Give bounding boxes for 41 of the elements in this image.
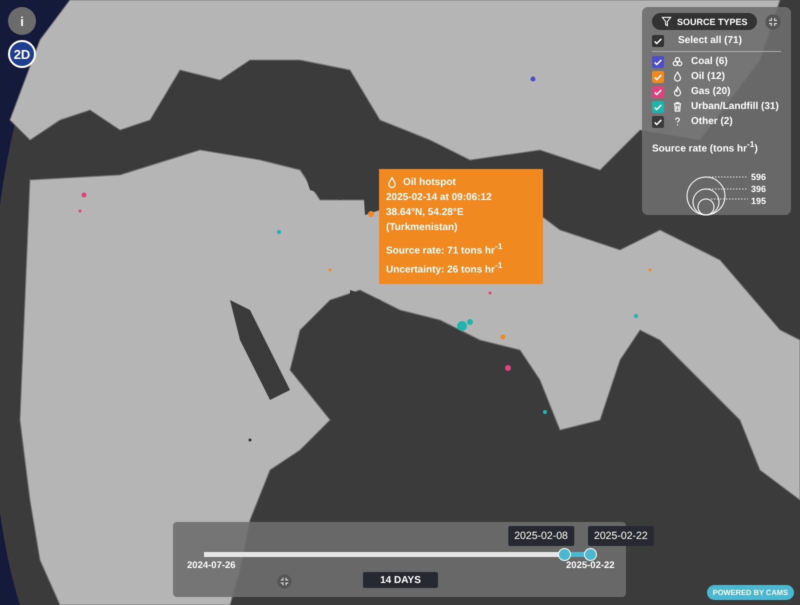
select-all-checkbox[interactable] — [652, 34, 664, 46]
collapse-icon[interactable] — [277, 574, 292, 589]
tooltip-title: Oil hotspot — [403, 176, 456, 190]
scale-value: 596 — [751, 172, 766, 182]
source-type-label: Oil (12) — [691, 71, 725, 82]
range-handle[interactable] — [584, 548, 596, 561]
tooltip-uncertainty: Uncertainty: 26 tons hr$^{-1}$ — [386, 259, 504, 278]
start-date: 2024-07-26 — [187, 560, 236, 571]
source-rate-title: Source rate (tons hr$^{-1}$) — [652, 139, 759, 154]
scale-value: 396 — [751, 184, 766, 194]
tooltip-source-rate: Source rate: 71 tons hr$^{-1}$ — [386, 240, 504, 258]
source-type-label: Gas (20) — [691, 86, 730, 97]
legend-title: SOURCE TYPES — [652, 13, 757, 30]
view-toggle-button[interactable]: 2D — [8, 40, 36, 68]
scale-value: 195 — [751, 196, 766, 206]
source-type-checkbox[interactable] — [652, 116, 664, 128]
source-type-label: Other (2) — [691, 116, 733, 127]
thumb-date-label: 2025-02-22 — [588, 526, 654, 546]
source-type-label: Coal (6) — [691, 56, 728, 67]
select-all-label: Select all (71) — [678, 35, 742, 46]
collapse-icon[interactable] — [765, 14, 781, 30]
thumb-date-label: 2025-02-08 — [508, 526, 574, 546]
end-date: 2025-02-22 — [566, 560, 615, 571]
source-type-label: Urban/Landfill (31) — [691, 101, 779, 112]
source-type-checkbox[interactable] — [652, 70, 664, 82]
tooltip-location: 38.64°N, 54.28°E (Turkmenistan) — [386, 206, 464, 235]
question-icon — [672, 116, 683, 127]
tooltip-datetime: 2025-02-14 at 09:06:12 — [386, 191, 493, 205]
trash-icon — [672, 101, 683, 112]
drop-icon — [672, 71, 683, 82]
duration-label: 14 DAYS — [363, 572, 438, 588]
size-scale-drawing — [686, 176, 748, 216]
range-handle[interactable] — [558, 548, 572, 561]
source-type-checkbox[interactable] — [652, 86, 664, 98]
coal-icon — [672, 56, 683, 67]
source-type-checkbox[interactable] — [652, 100, 664, 112]
info-button[interactable]: i — [8, 7, 36, 35]
filter-icon — [661, 16, 672, 27]
flame-icon — [672, 86, 683, 97]
drop-icon — [386, 176, 398, 189]
source-type-checkbox[interactable] — [652, 56, 664, 68]
